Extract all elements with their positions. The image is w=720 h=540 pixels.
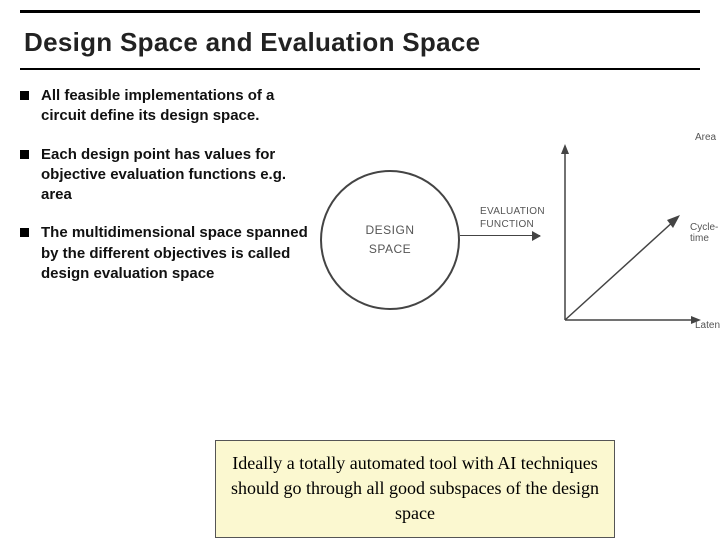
circle-label-2: SPACE: [369, 240, 411, 259]
axis-label-y: Area: [695, 132, 716, 143]
evaluation-function-label: EVALUATION FUNCTION: [480, 205, 545, 231]
bullet-text: Each design point has values for objecti…: [41, 145, 310, 206]
list-item: Each design point has values for objecti…: [20, 145, 310, 206]
list-item: The multidimensional space spanned by th…: [20, 223, 310, 284]
content-row: All feasible implementations of a circui…: [20, 70, 700, 390]
axis-label-diag: Cycle-time: [690, 222, 718, 244]
bullet-list: All feasible implementations of a circui…: [20, 80, 310, 390]
axis-label-x: Latency: [695, 320, 720, 331]
bullet-text: All feasible implementations of a circui…: [41, 86, 310, 127]
design-space-circle: DESIGN SPACE: [320, 170, 460, 310]
ef-line1: EVALUATION: [480, 206, 545, 217]
circle-label-1: DESIGN: [365, 221, 414, 240]
diagram: DESIGN SPACE EVALUATION FUNCTION Area Cy: [310, 110, 700, 390]
axes-3d-icon: [555, 140, 705, 330]
slide-title: Design Space and Evaluation Space: [20, 13, 700, 70]
arrow-right-icon: [460, 235, 540, 236]
bullet-icon: [20, 91, 29, 100]
list-item: All feasible implementations of a circui…: [20, 86, 310, 127]
bullet-icon: [20, 150, 29, 159]
bullet-icon: [20, 228, 29, 237]
bullet-text: The multidimensional space spanned by th…: [41, 223, 310, 284]
callout-box: Ideally a totally automated tool with AI…: [215, 440, 615, 538]
callout-text: Ideally a totally automated tool with AI…: [231, 453, 599, 523]
ef-line2: FUNCTION: [480, 219, 534, 230]
